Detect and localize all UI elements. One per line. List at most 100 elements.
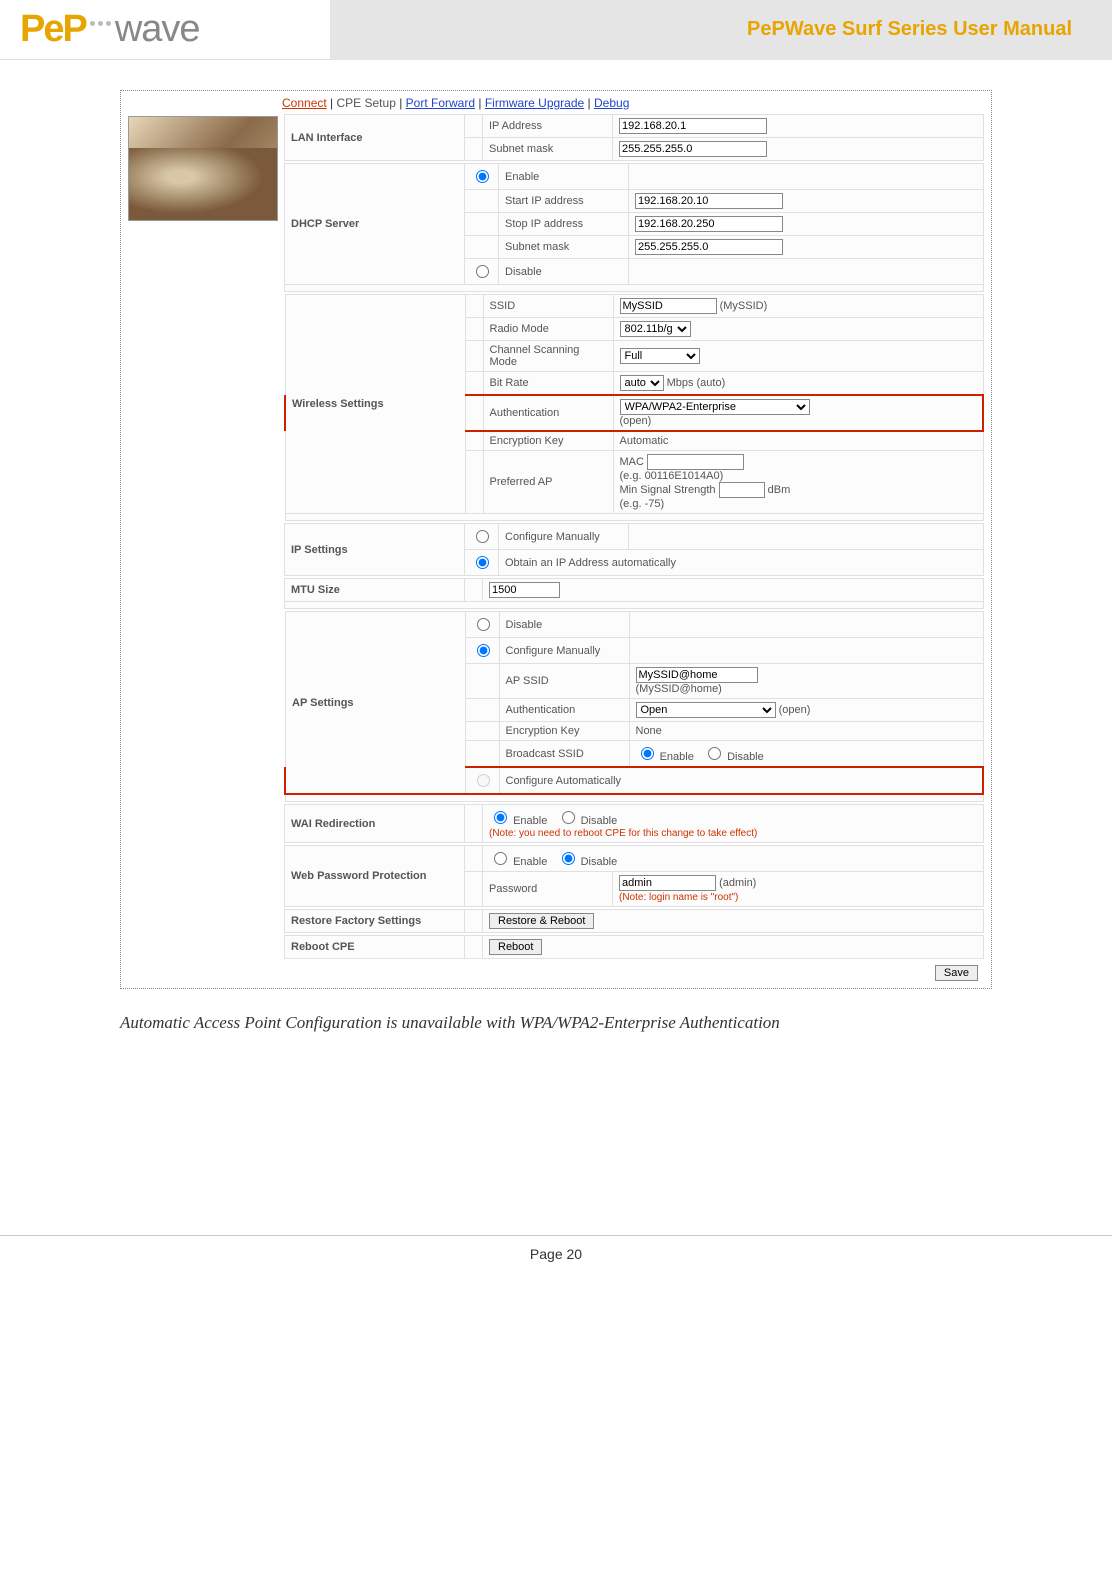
- prefap-label: Preferred AP: [483, 451, 613, 514]
- figure-caption: Automatic Access Point Configuration is …: [120, 1011, 992, 1035]
- lan-subnet-input[interactable]: [619, 141, 767, 157]
- tab-connect[interactable]: Connect: [282, 96, 327, 110]
- dhcp-enable-label: Enable: [499, 164, 629, 190]
- lan-ip-label: IP Address: [483, 115, 613, 138]
- ap-auth-select[interactable]: Open: [636, 702, 776, 718]
- ssid-input[interactable]: [620, 298, 717, 314]
- enckey-label: Encryption Key: [483, 431, 613, 451]
- minsig-label: Min Signal Strength: [620, 484, 716, 496]
- webpw-table: Web Password Protection Enable Disable P: [284, 845, 984, 907]
- wai-enable-label: Enable: [513, 815, 547, 827]
- ssid-hint: (MySSID): [720, 300, 768, 312]
- tab-port-forward[interactable]: Port Forward: [406, 96, 475, 110]
- ip-settings-table: IP Settings Configure Manually Obtain an…: [284, 523, 984, 576]
- mtu-input[interactable]: [489, 582, 560, 598]
- ap-bcast-label: Broadcast SSID: [499, 741, 629, 768]
- reboot-table: Reboot CPE Reboot: [284, 935, 984, 959]
- mac-input[interactable]: [647, 454, 744, 470]
- webpw-disable-label: Disable: [581, 856, 618, 868]
- tab-cpe-setup: CPE Setup: [337, 96, 396, 110]
- config-screenshot: Connect | CPE Setup | Port Forward | Fir…: [120, 90, 992, 989]
- webpw-hint: (admin): [719, 877, 756, 889]
- webpw-disable-radio[interactable]: [562, 852, 575, 865]
- dhcp-start-input[interactable]: [635, 193, 783, 209]
- top-bar: PeP wave PePWave Surf Series User Manual: [0, 0, 1112, 60]
- reboot-button[interactable]: Reboot: [489, 939, 542, 955]
- restore-button[interactable]: Restore & Reboot: [489, 913, 594, 929]
- ap-bcast-disable-radio[interactable]: [708, 747, 721, 760]
- mac-hint: (e.g. 00116E1014A0): [620, 470, 724, 482]
- ap-ssid-hint: (MySSID@home): [636, 683, 722, 695]
- dhcp-table: DHCP Server Enable Start IP address Stop…: [284, 163, 984, 292]
- ip-auto-radio[interactable]: [476, 556, 489, 569]
- webpw-pw-label: Password: [483, 872, 613, 907]
- dhcp-stop-input[interactable]: [635, 216, 783, 232]
- lan-subnet-label: Subnet mask: [483, 138, 613, 161]
- wai-table: WAI Redirection Enable Disable (Note: yo…: [284, 804, 984, 843]
- webpw-enable-radio[interactable]: [494, 852, 507, 865]
- ap-section-label: AP Settings: [285, 612, 465, 795]
- webpw-input[interactable]: [619, 875, 716, 891]
- minsig-hint: (e.g. -75): [620, 498, 665, 510]
- bitrate-select[interactable]: auto: [620, 375, 664, 391]
- scan-mode-label: Channel Scanning Mode: [483, 341, 613, 372]
- wai-enable-radio[interactable]: [494, 811, 507, 824]
- ap-auto-radio: [477, 774, 490, 787]
- tab-firmware-upgrade[interactable]: Firmware Upgrade: [485, 96, 584, 110]
- nav-tabs: Connect | CPE Setup | Port Forward | Fir…: [122, 92, 990, 112]
- bitrate-label: Bit Rate: [483, 372, 613, 396]
- content: Connect | CPE Setup | Port Forward | Fir…: [0, 60, 1112, 1065]
- ap-settings-table: AP Settings Disable Configure Manually A…: [284, 611, 984, 802]
- ap-disable-radio[interactable]: [477, 618, 490, 631]
- dhcp-subnet-input[interactable]: [635, 239, 783, 255]
- minsig-unit: dBm: [768, 484, 791, 496]
- dhcp-start-label: Start IP address: [499, 190, 629, 213]
- ssid-label: SSID: [483, 295, 613, 318]
- ap-bcast-enable-radio[interactable]: [641, 747, 654, 760]
- wai-disable-radio[interactable]: [562, 811, 575, 824]
- mtu-table: MTU Size: [284, 578, 984, 609]
- auth-label: Authentication: [483, 395, 613, 431]
- webpw-section-label: Web Password Protection: [285, 846, 465, 907]
- lan-section-label: LAN Interface: [285, 115, 465, 161]
- ap-auth-label: Authentication: [499, 699, 629, 722]
- page-title: PePWave Surf Series User Manual: [330, 0, 1112, 60]
- lan-interface-table: LAN Interface IP Address Subnet mask: [284, 114, 984, 161]
- auth-select[interactable]: WPA/WPA2-Enterprise: [620, 399, 810, 415]
- ap-manual-label: Configure Manually: [499, 638, 629, 664]
- mac-label: MAC: [620, 456, 644, 468]
- radio-mode-select[interactable]: 802.11b/g: [620, 321, 691, 337]
- scan-mode-select[interactable]: Full: [620, 348, 700, 364]
- tab-debug[interactable]: Debug: [594, 96, 629, 110]
- ap-auth-hint: (open): [779, 704, 811, 716]
- ap-manual-radio[interactable]: [477, 644, 490, 657]
- logo-wave: wave: [115, 8, 200, 51]
- ap-bcast-enable-label: Enable: [660, 751, 694, 763]
- wai-disable-label: Disable: [581, 815, 618, 827]
- ap-ssid-input[interactable]: [636, 667, 758, 683]
- reboot-section-label: Reboot CPE: [285, 936, 465, 959]
- logo-pep: PeP: [20, 8, 86, 51]
- lan-ip-input[interactable]: [619, 118, 767, 134]
- restore-table: Restore Factory Settings Restore & Reboo…: [284, 909, 984, 933]
- ap-disable-label: Disable: [499, 612, 629, 638]
- product-photo: [128, 116, 278, 221]
- wai-note: (Note: you need to reboot CPE for this c…: [489, 828, 757, 839]
- minsig-input[interactable]: [719, 482, 765, 498]
- ap-bcast-disable-label: Disable: [727, 751, 764, 763]
- ip-manual-radio[interactable]: [476, 530, 489, 543]
- enckey-value: Automatic: [613, 431, 983, 451]
- ip-manual-label: Configure Manually: [499, 524, 629, 550]
- ip-auto-label: Obtain an IP Address automatically: [499, 550, 984, 576]
- page-footer: Page 20: [0, 1235, 1112, 1282]
- auth-hint: (open): [620, 415, 652, 427]
- restore-section-label: Restore Factory Settings: [285, 910, 465, 933]
- dhcp-disable-label: Disable: [499, 259, 629, 285]
- dhcp-subnet-label: Subnet mask: [499, 236, 629, 259]
- ip-section-label: IP Settings: [285, 524, 465, 576]
- dhcp-disable-radio[interactable]: [476, 265, 489, 278]
- save-button[interactable]: Save: [935, 965, 978, 981]
- ap-ssid-label: AP SSID: [499, 664, 629, 699]
- wireless-table: Wireless Settings SSID (MySSID) Radio Mo…: [284, 294, 984, 521]
- dhcp-enable-radio[interactable]: [476, 170, 489, 183]
